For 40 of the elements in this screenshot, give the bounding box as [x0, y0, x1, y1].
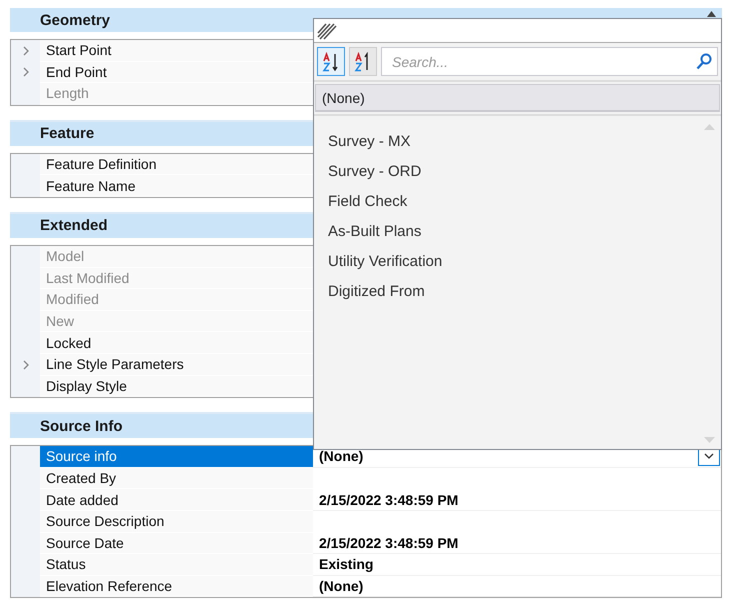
search-field[interactable]: Search...: [381, 47, 718, 76]
sort-button[interactable]: [317, 47, 345, 76]
property-label[interactable]: Source Date: [40, 532, 313, 554]
search-icon[interactable]: [696, 53, 712, 70]
category-title: Source Info: [40, 418, 123, 435]
property-value: (None): [319, 448, 364, 464]
property-label[interactable]: End Point: [40, 62, 313, 84]
property-label[interactable]: Line Style Parameters: [40, 354, 313, 376]
property-value: 2/15/2022 3:48:59 PM: [319, 534, 458, 551]
property-value: Existing: [319, 556, 374, 572]
list-item[interactable]: Field Check: [314, 186, 721, 216]
property-label[interactable]: Created By: [40, 468, 313, 490]
property-label[interactable]: Elevation Reference: [40, 576, 313, 598]
property-label[interactable]: Feature Name: [40, 175, 313, 197]
category-title: Geometry: [40, 12, 110, 28]
resize-grip-icon[interactable]: [317, 22, 337, 40]
chevron-right-icon[interactable]: [22, 46, 28, 56]
property-label[interactable]: Source info: [40, 446, 313, 468]
property-label[interactable]: Locked: [40, 332, 313, 354]
list-item[interactable]: Survey - ORD: [314, 156, 721, 186]
property-value: (None): [319, 578, 364, 594]
chevron-right-icon[interactable]: [22, 67, 28, 78]
list-item[interactable]: Utility Verification: [314, 246, 721, 276]
chevron-right-icon[interactable]: [22, 360, 28, 370]
property-value: 2/15/2022 3:48:59 PM: [319, 492, 458, 508]
property-label[interactable]: Start Point: [40, 40, 313, 62]
category-title: Feature: [40, 125, 94, 142]
property-label[interactable]: Feature Definition: [40, 154, 313, 176]
chevron-down-icon: [704, 453, 714, 460]
property-label[interactable]: Status: [40, 554, 313, 576]
sort-ascending-icon: [322, 52, 340, 72]
sort-button[interactable]: [349, 47, 377, 76]
list-item[interactable]: Survey - MX: [314, 126, 721, 156]
list-item[interactable]: (None): [315, 84, 720, 112]
property-label[interactable]: Date added: [40, 489, 313, 511]
property-label[interactable]: Source Description: [40, 510, 313, 532]
category-title: Extended: [40, 217, 108, 234]
list-item[interactable]: Digitized From: [314, 276, 721, 306]
property-label[interactable]: Display Style: [40, 376, 313, 398]
list-item[interactable]: As-Built Plans: [314, 216, 721, 246]
